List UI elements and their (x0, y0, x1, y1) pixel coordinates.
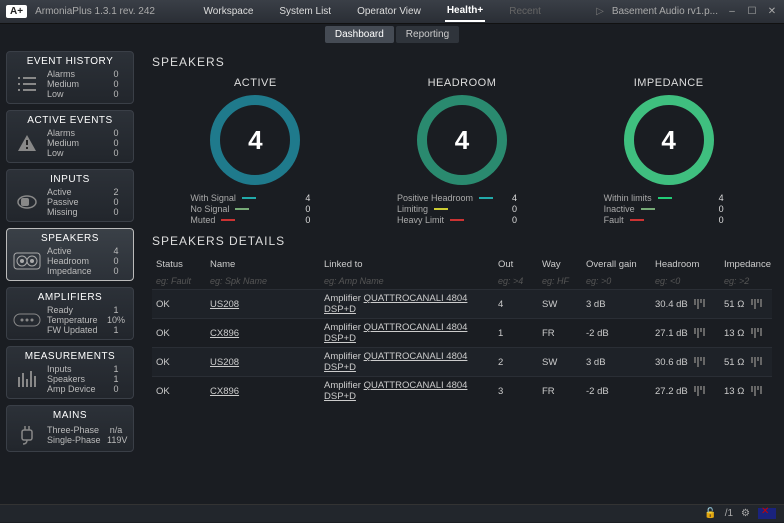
amp-link[interactable]: QUATTROCANALI 4804 DSP+D (324, 322, 467, 344)
section-details-title: SPEAKERS DETAILS (152, 234, 772, 248)
gear-icon[interactable]: ⚙ (741, 508, 750, 519)
speaker-link[interactable]: CX896 (210, 328, 239, 339)
sidebar-card-active-events[interactable]: ACTIVE EVENTSAlarms0Medium0Low0 (6, 110, 134, 163)
app-title: ArmoniaPlus 1.3.1 rev. 242 (35, 6, 155, 17)
nav-operator-view[interactable]: Operator View (355, 2, 423, 21)
minimize-button[interactable]: – (726, 6, 738, 17)
filter-input[interactable]: eg: Fault (156, 276, 206, 286)
sidebar-card-speakers[interactable]: SPEAKERSActive4Headroom0Impedance0 (6, 228, 134, 281)
meas-icon (13, 367, 41, 391)
file-name[interactable]: Basement Audio rv1.p... (612, 6, 718, 17)
section-speakers-title: SPEAKERS (152, 55, 772, 69)
sidebar-card-amplifiers[interactable]: AMPLIFIERSReady1Temperature10%FW Updated… (6, 287, 134, 340)
eq-icon (751, 386, 762, 396)
subtab-reporting[interactable]: Reporting (396, 26, 459, 43)
subtabs: DashboardReporting (0, 24, 784, 45)
maximize-button[interactable]: ☐ (746, 6, 758, 17)
play-icon[interactable]: ▷ (596, 6, 604, 17)
sidebar-card-mains[interactable]: MAINSThree-Phasen/aSingle-Phase119V (6, 405, 134, 452)
nav-recent[interactable]: Recent (507, 2, 543, 21)
speaker-link[interactable]: CX896 (210, 386, 239, 397)
filter-input[interactable]: eg: HF (542, 276, 582, 286)
nav-system-list[interactable]: System List (277, 2, 333, 21)
spk-icon (13, 249, 41, 273)
eq-icon (751, 357, 762, 367)
nav-workspace[interactable]: Workspace (202, 2, 256, 21)
amp-link[interactable]: QUATTROCANALI 4804 DSP+D (324, 380, 467, 402)
table-row[interactable]: OK US208 Amplifier QUATTROCANALI 4804 DS… (152, 347, 772, 376)
gauge-ring: 4 (417, 95, 507, 185)
title-bar: A+ ArmoniaPlus 1.3.1 rev. 242 Workspace S… (0, 0, 784, 24)
topbar-right: ▷ Basement Audio rv1.p... – ☐ ✕ (596, 6, 778, 17)
filter-input[interactable]: eg: >4 (498, 276, 538, 286)
main-nav: Workspace System List Operator View Health+… (202, 1, 543, 22)
sidebar-card-event-history[interactable]: EVENT HISTORYAlarms0Medium0Low0 (6, 51, 134, 104)
speaker-link[interactable]: US208 (210, 357, 239, 368)
eq-icon (751, 328, 762, 338)
filter-input[interactable]: eg: <0 (655, 276, 720, 286)
gauge-ring: 4 (624, 95, 714, 185)
amp-link[interactable]: QUATTROCANALI 4804 DSP+D (324, 293, 467, 315)
sidebar-card-inputs[interactable]: INPUTSActive2Passive0Missing0 (6, 169, 134, 222)
gauge-ring: 4 (210, 95, 300, 185)
eq-icon (751, 299, 762, 309)
flag-icon[interactable] (758, 508, 776, 519)
filter-input[interactable]: eg: >2 (724, 276, 784, 286)
sidebar-card-measurements[interactable]: MEASUREMENTSInputs1Speakers1Amp Device0 (6, 346, 134, 399)
table-row[interactable]: OK CX896 Amplifier QUATTROCANALI 4804 DS… (152, 376, 772, 405)
gauge-headroom: HEADROOM4Positive Headroom4Limiting0Heav… (367, 77, 557, 226)
layers-indicator[interactable]: /1 (725, 508, 733, 519)
table-row[interactable]: OK US208 Amplifier QUATTROCANALI 4804 DS… (152, 289, 772, 318)
sidebar: EVENT HISTORYAlarms0Medium0Low0 ACTIVE EV… (0, 45, 140, 504)
speaker-link[interactable]: US208 (210, 299, 239, 310)
amp-icon (13, 308, 41, 332)
eq-icon (694, 357, 705, 367)
content: SPEAKERS ACTIVE4With Signal4No Signal0Mu… (140, 45, 784, 504)
warn-icon (13, 131, 41, 155)
list-icon (13, 72, 41, 96)
filter-input[interactable]: eg: >0 (586, 276, 651, 286)
amp-link[interactable]: QUATTROCANALI 4804 DSP+D (324, 351, 467, 373)
eq-icon (694, 328, 705, 338)
eq-icon (694, 299, 705, 309)
plug-icon (13, 190, 41, 214)
filter-input[interactable]: eg: Amp Name (324, 276, 494, 286)
gauges-row: ACTIVE4With Signal4No Signal0Muted0HEADR… (152, 77, 772, 226)
speakers-table: StatusNameLinked toOutWayOverall gainHea… (152, 256, 772, 405)
table-row[interactable]: OK CX896 Amplifier QUATTROCANALI 4804 DS… (152, 318, 772, 347)
close-button[interactable]: ✕ (766, 6, 778, 17)
subtab-dashboard[interactable]: Dashboard (325, 26, 394, 43)
gauge-active: ACTIVE4With Signal4No Signal0Muted0 (160, 77, 350, 226)
gauge-impedance: IMPEDANCE4Within limits4Inactive0Fault0 (574, 77, 764, 226)
mains-icon (13, 423, 41, 447)
status-bar: 🔓 /1 ⚙ (0, 504, 784, 522)
lock-icon[interactable]: 🔓 (704, 508, 716, 519)
app-logo: A+ (6, 5, 27, 18)
eq-icon (694, 386, 705, 396)
filter-input[interactable]: eg: Spk Name (210, 276, 320, 286)
nav-health+[interactable]: Health+ (445, 1, 485, 22)
